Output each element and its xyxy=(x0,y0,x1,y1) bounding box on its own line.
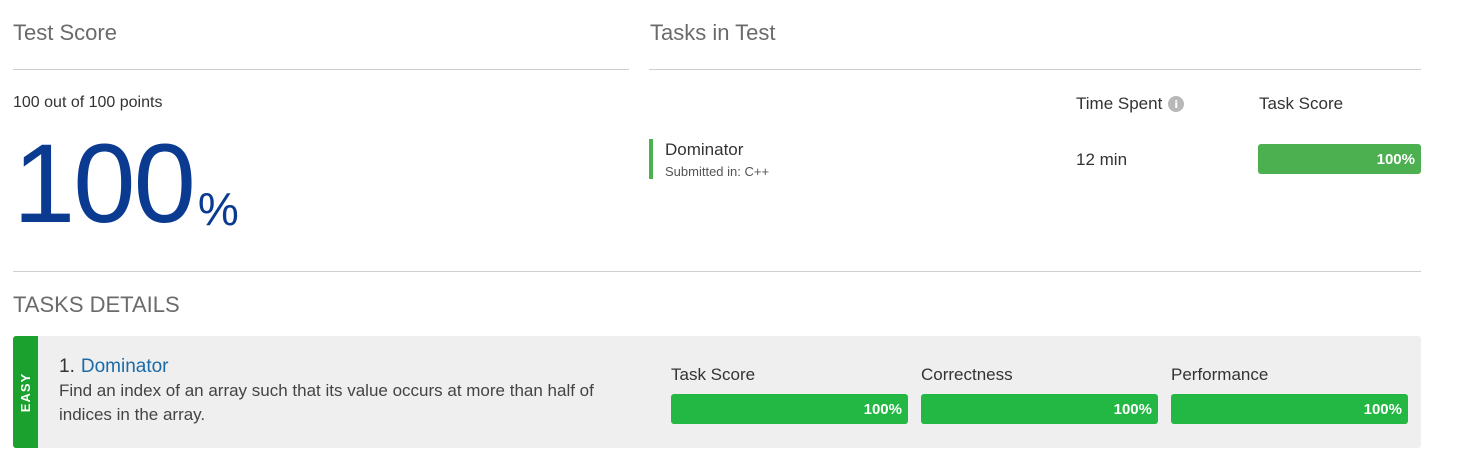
difficulty-badge: EASY xyxy=(13,336,38,448)
time-spent-label: Time Spent xyxy=(1076,94,1163,113)
score-percent-sign: % xyxy=(197,183,239,235)
tasks-in-test-divider xyxy=(649,69,1421,70)
task-time-spent: 12 min xyxy=(1076,150,1128,169)
metric-performance-label: Performance xyxy=(1171,365,1269,384)
details-divider xyxy=(13,271,1421,272)
task-detail-link[interactable]: Dominator xyxy=(81,356,169,378)
metric-correctness-value: 100% xyxy=(1113,400,1152,418)
metric-task-score-bar: 100% xyxy=(671,394,908,424)
test-score-heading: Test Score xyxy=(13,20,117,45)
metric-correctness-track: 100% xyxy=(921,394,1158,424)
metric-task-score-track: 100% xyxy=(671,394,908,424)
metric-performance-track: 100% xyxy=(1171,394,1408,424)
task-score-value: 100% xyxy=(1376,150,1415,168)
task-score-header: Task Score xyxy=(1259,94,1344,113)
task-detail-title: 1. Dominator xyxy=(59,356,169,378)
metric-correctness-bar: 100% xyxy=(921,394,1158,424)
tasks-details-heading: TASKS DETAILS xyxy=(13,292,180,317)
difficulty-label: EASY xyxy=(18,372,33,412)
info-icon[interactable]: i xyxy=(1168,96,1185,112)
time-spent-header: Time Spent i xyxy=(1076,94,1185,114)
metric-task-score-value: 100% xyxy=(863,400,902,418)
task-submitted-language: Submitted in: C++ xyxy=(665,164,770,179)
metric-performance-value: 100% xyxy=(1363,400,1402,418)
points-label: 100 out of 100 points xyxy=(13,94,163,111)
metric-correctness-label: Correctness xyxy=(921,365,1013,384)
task-name[interactable]: Dominator xyxy=(665,140,743,160)
metric-task-score-label: Task Score xyxy=(671,365,756,384)
score-percentage: 100 % xyxy=(13,128,239,240)
task-detail-number: 1. xyxy=(59,356,75,377)
task-detail-description: Find an index of an array such that its … xyxy=(59,381,594,424)
score-value: 100 xyxy=(13,121,196,246)
test-score-divider xyxy=(13,69,629,70)
tasks-in-test-heading: Tasks in Test xyxy=(650,20,776,45)
task-status-marker xyxy=(649,139,653,179)
metric-performance-bar: 100% xyxy=(1171,394,1408,424)
task-row[interactable] xyxy=(649,139,653,179)
task-detail-card: EASY 1. Dominator Find an index of an ar… xyxy=(13,336,1421,448)
task-score-track: 100% xyxy=(1258,144,1421,174)
task-score-bar: 100% xyxy=(1258,144,1421,174)
